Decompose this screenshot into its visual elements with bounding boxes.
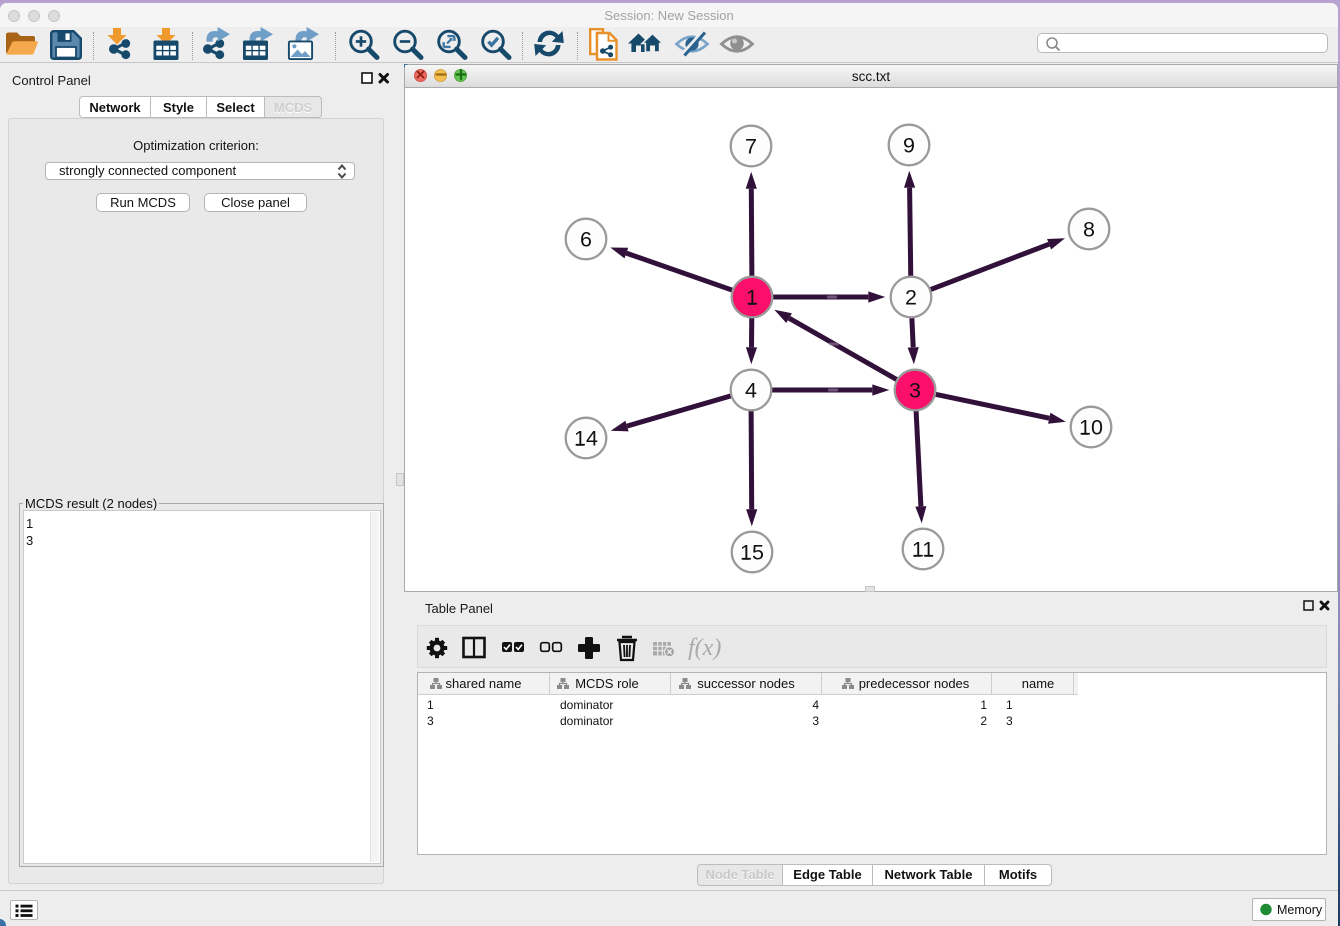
svg-text:1: 1 <box>746 286 758 310</box>
svg-text:8: 8 <box>1083 218 1095 242</box>
svg-text:Memory: Memory <box>1277 903 1323 917</box>
svg-text:11: 11 <box>912 538 934 562</box>
svg-text:6: 6 <box>580 228 592 252</box>
svg-text:f(x): f(x) <box>688 635 721 661</box>
svg-text:15: 15 <box>740 541 764 565</box>
svg-text:7: 7 <box>745 135 757 159</box>
svg-text:4: 4 <box>745 379 757 403</box>
svg-text:9: 9 <box>903 134 915 158</box>
svg-text:3: 3 <box>909 379 921 403</box>
svg-text:10: 10 <box>1079 416 1103 440</box>
svg-text:14: 14 <box>574 427 598 451</box>
svg-text:2: 2 <box>905 286 917 310</box>
